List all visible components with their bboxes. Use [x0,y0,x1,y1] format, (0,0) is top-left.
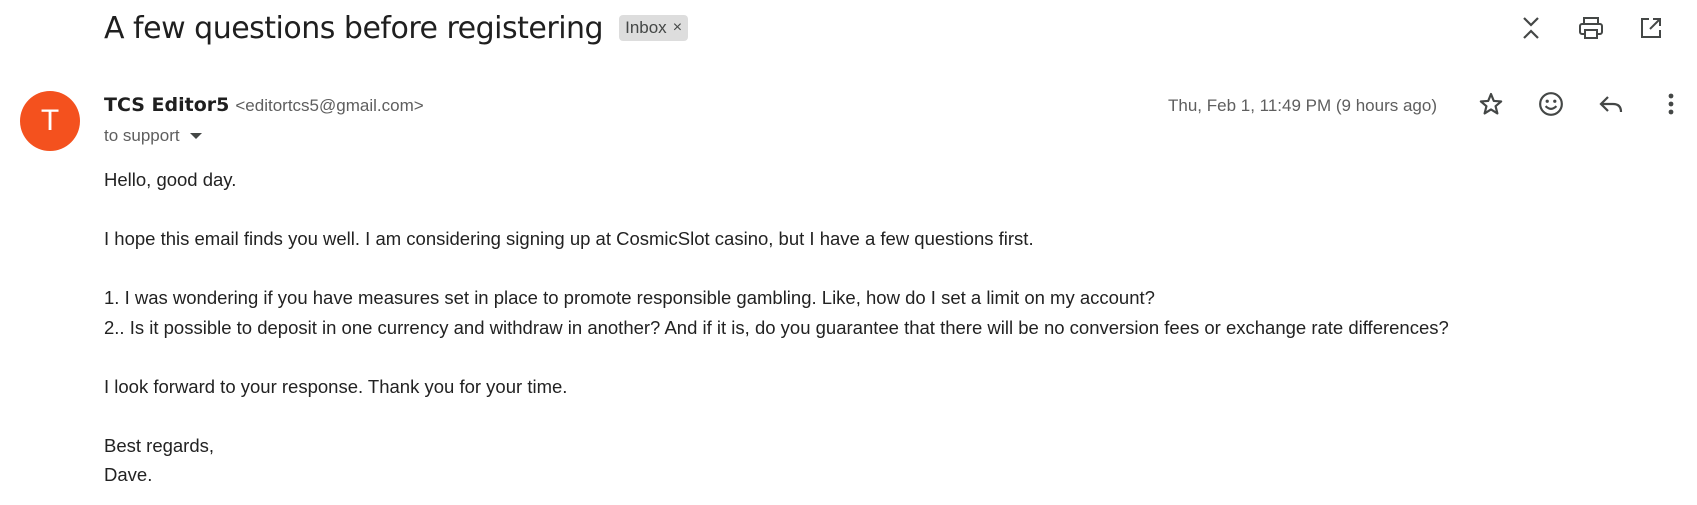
open-in-new-window-icon[interactable] [1631,12,1671,44]
sender-name[interactable]: TCS Editor5 [104,94,229,116]
body-question-1: 1. I was wondering if you have measures … [104,287,1155,308]
more-vert-icon[interactable] [1651,88,1691,120]
email-view: A few questions before registering Inbox… [0,0,1697,505]
label-text: Inbox [625,18,667,37]
body-closing: I look forward to your response. Thank y… [104,375,568,397]
collapse-all-icon[interactable] [1511,12,1551,44]
body-greeting: Hello, good day. [104,169,237,190]
email-subject: A few questions before registering [104,10,604,46]
thread-actions [1511,12,1671,44]
message-actions [1471,88,1691,120]
subject-row: A few questions before registering Inbox… [104,6,689,50]
sender-email: <editortcs5@gmail.com> [235,96,424,115]
sender-row: TCS Editor5 <editortcs5@gmail.com> [104,94,424,116]
body-question-2: 2.. Is it possible to deposit in one cur… [104,316,1449,338]
recipient-text: to support [104,126,180,145]
email-body: Hello, good day. I hope this email finds… [104,165,1664,490]
star-icon[interactable] [1471,88,1511,120]
email-date: Thu, Feb 1, 11:49 PM (9 hours ago) [1168,96,1437,115]
body-signoff: Best regards, [104,434,215,456]
print-icon[interactable] [1571,12,1611,44]
body-signature: Dave. [104,464,153,485]
recipient-details-toggle[interactable]: to support [104,126,202,146]
remove-label-icon[interactable]: × [673,19,682,37]
chevron-down-icon[interactable] [189,133,202,139]
reply-icon[interactable] [1591,88,1631,120]
avatar[interactable]: T [20,91,80,151]
body-intro: I hope this email finds you well. I am c… [104,228,1034,249]
avatar-letter: T [40,104,60,137]
emoji-icon[interactable] [1531,88,1571,120]
inbox-label-chip[interactable]: Inbox × [619,15,689,41]
